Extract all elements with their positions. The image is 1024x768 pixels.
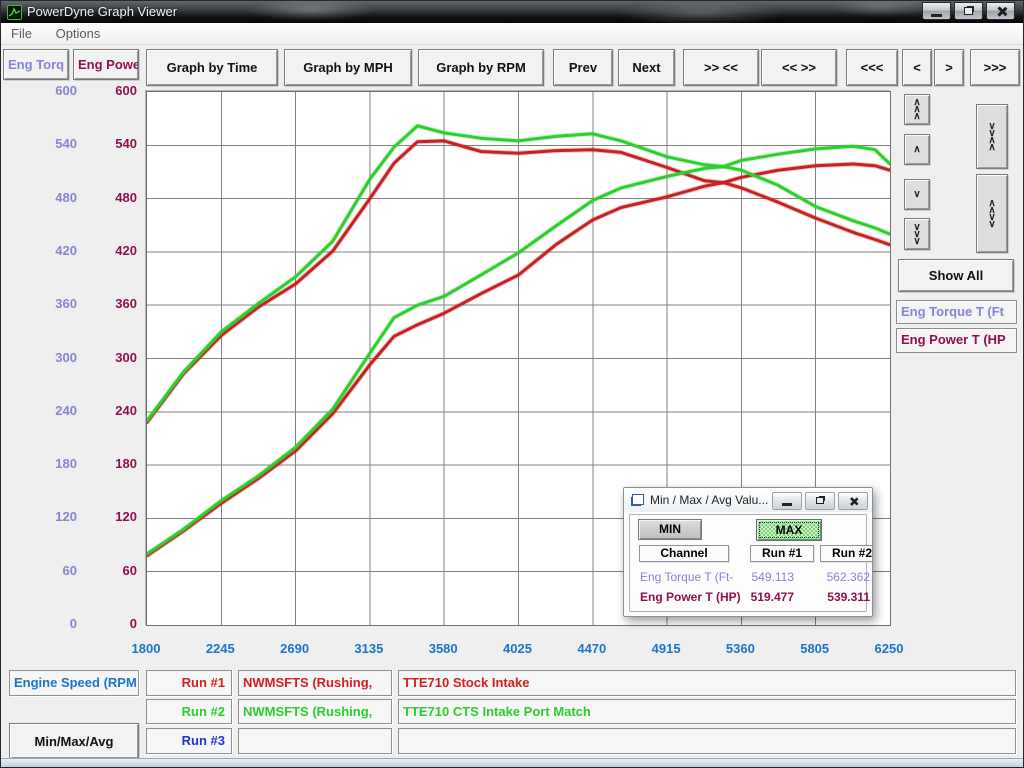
scroll-right-fast-button[interactable]: >>>	[970, 49, 1020, 86]
power-tick-label: 480	[65, 190, 137, 205]
run1-label-box: Run #1	[146, 670, 232, 696]
axis-scroll-down-button[interactable]: ∨	[904, 179, 930, 210]
minmax-restore-button[interactable]	[805, 492, 835, 510]
rpm-tick-label: 2245	[206, 641, 235, 656]
close-icon	[848, 496, 859, 507]
minimize-icon	[782, 503, 792, 506]
minmax-window-icon	[632, 494, 644, 505]
rpm-tick-label: 2690	[280, 641, 309, 656]
power-axis-button[interactable]: Eng Power	[73, 49, 139, 80]
minimize-icon	[931, 14, 942, 17]
minmax-cell: 549.113	[734, 570, 794, 584]
run2-label-box: Run #2	[146, 699, 232, 724]
minmax-cell: 539.311	[810, 590, 870, 604]
channel-column-header: Channel	[639, 545, 729, 562]
axis-scroll-down-fast-button[interactable]: ∨∨∨	[904, 218, 930, 250]
rpm-tick-label: 5805	[800, 641, 829, 656]
axis-zoom-in-button[interactable]: ∨∨∧∧	[976, 104, 1008, 169]
min-toggle-button[interactable]: MIN	[638, 519, 702, 540]
torque-axis-button[interactable]: Eng Torq	[3, 49, 69, 80]
rpm-tick-label: 5360	[726, 641, 755, 656]
minmax-cell: Eng Torque T (Ft-	[640, 570, 744, 584]
run2-description-box[interactable]: TTE710 CTS Intake Port Match	[398, 699, 1016, 724]
chevron-up-triple-icon: ∧∧∧	[913, 99, 920, 120]
rpm-tick-label: 4915	[652, 641, 681, 656]
minimize-button[interactable]	[922, 2, 951, 20]
app-window: PowerDyne Graph Viewer File Options Eng …	[0, 0, 1024, 768]
max-toggle-button[interactable]: MAX	[756, 519, 822, 541]
window-bottom-border	[1, 758, 1023, 767]
zoom-out-x-button[interactable]: << >>	[761, 49, 837, 86]
x-channel-box[interactable]: Engine Speed (RPM	[9, 670, 139, 696]
chevron-down-icon: ∨	[913, 191, 920, 198]
run1-column-header: Run #1	[750, 545, 814, 562]
minmax-close-button[interactable]	[838, 492, 868, 510]
chevrons-inward-icon: ∨∨∧∧	[988, 123, 995, 151]
power-tick-label: 240	[65, 403, 137, 418]
next-button[interactable]: Next	[618, 49, 675, 86]
rpm-tick-label: 1800	[132, 641, 161, 656]
menu-file[interactable]: File	[1, 23, 42, 41]
power-tick-label: 540	[65, 136, 137, 151]
run2-column-header: Run #2	[820, 545, 873, 562]
minmaxavg-button[interactable]: Min/Max/Avg	[9, 723, 139, 759]
rpm-tick-label: 4025	[503, 641, 532, 656]
app-icon	[7, 5, 22, 20]
scroll-left-fast-button[interactable]: <<<	[846, 49, 898, 86]
minmax-window: Min / Max / Avg Valu... MIN MAX Channel …	[623, 487, 873, 617]
run3-file-box[interactable]	[238, 728, 392, 754]
graph-by-time-button[interactable]: Graph by Time	[146, 49, 278, 86]
power-channel-box[interactable]: Eng Power T (HP	[896, 328, 1017, 353]
power-tick-label: 360	[65, 296, 137, 311]
title-bar[interactable]: PowerDyne Graph Viewer	[1, 1, 1023, 23]
run3-description-box[interactable]	[398, 728, 1016, 754]
menu-options[interactable]: Options	[46, 23, 111, 41]
minmax-row: Eng Power T (HP)519.477 539.311	[624, 590, 873, 606]
run3-label-box: Run #3	[146, 728, 232, 754]
run2-file-box[interactable]: NWMSFTS (Rushing,	[238, 699, 392, 724]
power-tick-label: 120	[65, 509, 137, 524]
graph-by-mph-button[interactable]: Graph by MPH	[284, 49, 412, 86]
minmax-row: Eng Torque T (Ft-549.113 562.362	[624, 570, 873, 586]
window-title: PowerDyne Graph Viewer	[27, 4, 177, 19]
scroll-left-button[interactable]: <	[902, 49, 932, 86]
restore-button[interactable]	[954, 2, 983, 20]
minmax-title-bar[interactable]: Min / Max / Avg Valu...	[624, 488, 872, 512]
graph-by-rpm-button[interactable]: Graph by RPM	[418, 49, 544, 86]
axis-scroll-up-button[interactable]: ∧	[904, 134, 930, 165]
torque-channel-box[interactable]: Eng Torque T (Ft	[896, 300, 1017, 324]
power-tick-label: 180	[65, 456, 137, 471]
chevron-down-triple-icon: ∨∨∨	[913, 224, 920, 245]
run1-description-box[interactable]: TTE710 Stock Intake	[398, 670, 1016, 696]
restore-icon	[816, 497, 824, 504]
scroll-right-button[interactable]: >	[934, 49, 964, 86]
prev-button[interactable]: Prev	[553, 49, 613, 86]
chevrons-outward-icon: ∧∧∨∨	[988, 200, 995, 228]
power-tick-label: 300	[65, 350, 137, 365]
show-all-button[interactable]: Show All	[898, 259, 1014, 292]
rpm-tick-label: 6250	[875, 641, 904, 656]
axis-scroll-up-fast-button[interactable]: ∧∧∧	[904, 94, 930, 125]
close-icon	[995, 5, 1008, 18]
close-button[interactable]	[986, 2, 1015, 20]
minmax-cell: 562.362	[810, 570, 870, 584]
power-tick-label: 60	[65, 563, 137, 578]
minmax-cell: 519.477	[734, 590, 794, 604]
power-tick-label: 600	[65, 83, 137, 98]
run1-file-box[interactable]: NWMSFTS (Rushing,	[238, 670, 392, 696]
minmax-window-title: Min / Max / Avg Valu...	[650, 493, 768, 507]
rpm-tick-label: 3135	[354, 641, 383, 656]
minmax-minimize-button[interactable]	[772, 492, 802, 510]
menu-bar: File Options	[1, 23, 1023, 45]
power-tick-label: 0	[65, 616, 137, 631]
restore-icon	[964, 7, 973, 15]
zoom-in-x-button[interactable]: >> <<	[683, 49, 759, 86]
rpm-tick-label: 3580	[429, 641, 458, 656]
power-tick-label: 420	[65, 243, 137, 258]
rpm-tick-label: 4470	[577, 641, 606, 656]
chevron-up-icon: ∧	[913, 146, 920, 153]
minmax-cell: Eng Power T (HP)	[640, 590, 744, 604]
axis-zoom-out-button[interactable]: ∧∧∨∨	[976, 174, 1008, 253]
